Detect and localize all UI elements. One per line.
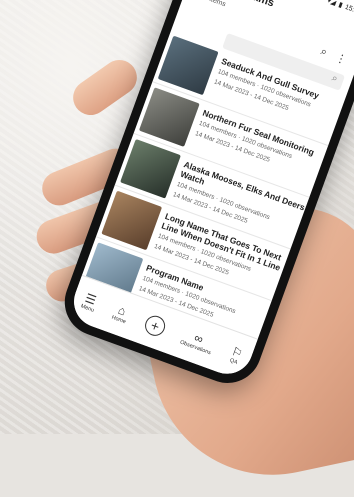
nav-home[interactable]: ⌂ Home — [111, 302, 131, 325]
header-actions: ⌕ ⋮ — [319, 45, 349, 67]
nav-qa[interactable]: ⚐ QA — [228, 344, 245, 366]
nav-observations[interactable]: ∞ Observations — [179, 327, 216, 356]
more-options-icon[interactable]: ⋮ — [334, 51, 349, 67]
program-thumbnail — [120, 138, 181, 199]
add-icon: + — [142, 313, 169, 339]
page-title: Programs — [223, 0, 275, 10]
status-time: 15:15 — [344, 3, 354, 16]
nav-menu[interactable]: ☰ Menu — [80, 290, 99, 313]
nav-qa-label: QA — [228, 357, 239, 366]
battery-icon: ▮ — [337, 1, 344, 10]
nav-home-label: Home — [110, 314, 127, 325]
items-count: 256 items — [196, 0, 227, 8]
program-thumbnail — [157, 35, 219, 96]
nav-add[interactable]: + — [142, 313, 169, 339]
program-thumbnail — [101, 190, 163, 251]
program-thumbnail — [138, 87, 200, 147]
search-icon[interactable]: ⌕ — [319, 45, 329, 59]
search-field-icon: ⌕ — [330, 72, 340, 85]
signal-icon: ▾◢ — [326, 0, 337, 7]
